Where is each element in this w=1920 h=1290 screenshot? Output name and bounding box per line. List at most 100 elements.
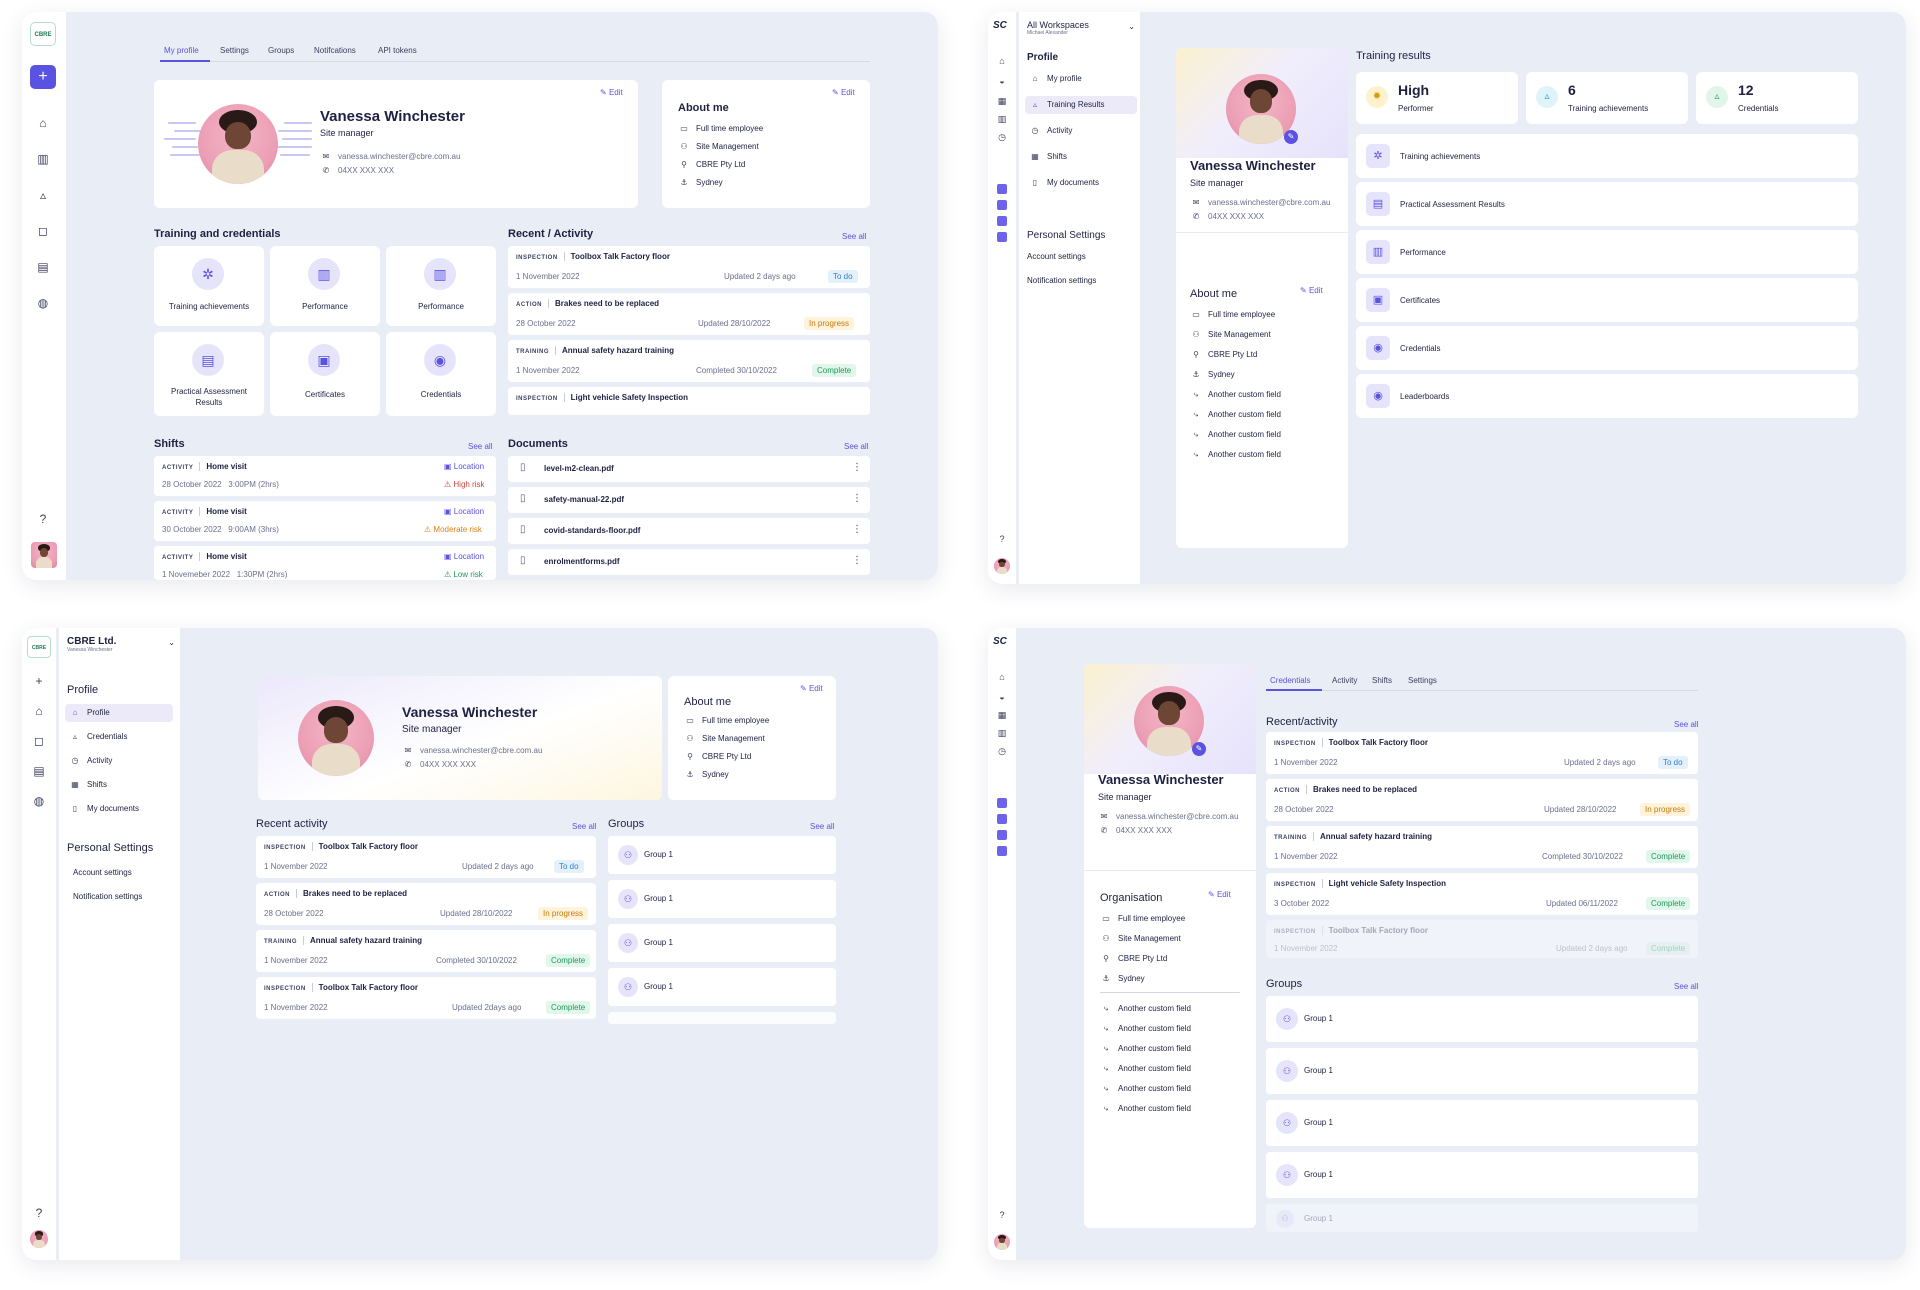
tile-credentials[interactable]: ◉ Credentials xyxy=(386,332,496,416)
edit-about-button[interactable]: ✎ Edit xyxy=(1300,286,1323,295)
document-row[interactable]: ▯ covid-standards-floor.pdf ⋮ xyxy=(508,518,870,544)
workspace-switcher[interactable]: All Workspaces Michael Alexander ⌄ xyxy=(1027,20,1137,36)
grid-icon[interactable]: ▦ xyxy=(995,94,1009,108)
activity-row[interactable]: INSPECTION Toolbox Talk Factory floor 1 N… xyxy=(1266,732,1698,774)
app-icon[interactable] xyxy=(997,200,1007,210)
sidebar-item-shifts[interactable]: ▦ Shifts xyxy=(69,780,107,789)
globe-icon[interactable]: ◍ xyxy=(36,296,50,310)
group-row[interactable]: ⚇ Group 1 xyxy=(1266,996,1698,1042)
notification-settings-link[interactable]: Notification settings xyxy=(73,892,142,901)
chat-icon[interactable]: ◻ xyxy=(32,734,46,748)
result-row[interactable]: ✲ Training achievements xyxy=(1356,134,1858,178)
edit-profile-button[interactable]: ✎ Edit xyxy=(600,88,623,97)
group-row[interactable]: ⚇ Group 1 xyxy=(1266,1048,1698,1094)
sidebar-item-activity[interactable]: ◷ Activity xyxy=(1029,126,1073,135)
more-icon[interactable]: ⋮ xyxy=(852,524,862,535)
tab-settings[interactable]: Settings xyxy=(1408,676,1437,685)
tile-training-achievements[interactable]: ✲ Training achievements xyxy=(154,246,264,326)
user-avatar[interactable] xyxy=(30,1230,48,1248)
more-icon[interactable]: ⋮ xyxy=(852,555,862,566)
tile-practical-assessment[interactable]: ▤ Practical Assessment Results xyxy=(154,332,264,416)
activity-row[interactable]: TRAINING Annual safety hazard training 1 … xyxy=(1266,826,1698,868)
home-icon[interactable]: ⌂ xyxy=(995,670,1009,684)
activity-row[interactable]: INSPECTION Toolbox Talk Factory floor 1 N… xyxy=(508,246,870,288)
help-icon[interactable]: ? xyxy=(995,1208,1009,1222)
activity-row[interactable]: TRAINING Annual safety hazard training 1 … xyxy=(256,930,596,972)
result-row[interactable]: ▥ Performance xyxy=(1356,230,1858,274)
group-row[interactable]: ⚇ Group 1 xyxy=(1266,1152,1698,1198)
document-row[interactable]: ▯ safety-manual-22.pdf ⋮ xyxy=(508,487,870,513)
app-icon[interactable] xyxy=(997,814,1007,824)
user-avatar[interactable] xyxy=(994,558,1010,574)
help-icon[interactable]: ? xyxy=(995,532,1009,546)
tile-performance[interactable]: ▥ Performance xyxy=(270,246,380,326)
home-icon[interactable]: ⌂ xyxy=(36,116,50,130)
user-avatar[interactable] xyxy=(31,542,57,568)
chart-icon[interactable]: ▤ xyxy=(32,764,46,778)
edit-about-button[interactable]: ✎ Edit xyxy=(800,684,823,693)
tab-groups[interactable]: Groups xyxy=(268,46,294,55)
document-row[interactable]: ▯ enrolmentforms.pdf ⋮ xyxy=(508,549,870,575)
home-icon[interactable]: ⌂ xyxy=(995,54,1009,68)
more-icon[interactable]: ⋮ xyxy=(852,462,862,473)
building-icon[interactable]: ▥ xyxy=(36,152,50,166)
add-button[interactable]: + xyxy=(30,65,56,89)
group-row[interactable]: ⚇ Group 1 xyxy=(608,880,836,918)
book-icon[interactable]: ▥ xyxy=(995,726,1009,740)
result-row[interactable]: ▤ Practical Assessment Results xyxy=(1356,182,1858,226)
add-icon[interactable]: + xyxy=(32,674,46,688)
activity-see-all[interactable]: See all xyxy=(842,232,866,241)
documents-see-all[interactable]: See all xyxy=(844,442,868,451)
help-icon[interactable]: ? xyxy=(36,512,50,526)
edit-photo-icon[interactable]: ✎ xyxy=(1192,742,1206,756)
chat-icon[interactable]: ◻ xyxy=(36,224,50,238)
clock-icon[interactable]: ◷ xyxy=(995,130,1009,144)
book-icon[interactable]: ▥ xyxy=(995,112,1009,126)
graduation-icon[interactable]: ▵ xyxy=(36,188,50,202)
shifts-see-all[interactable]: See all xyxy=(468,442,492,451)
activity-see-all[interactable]: See all xyxy=(572,822,596,831)
app-icon[interactable] xyxy=(997,830,1007,840)
sidebar-item-documents[interactable]: ▯ My documents xyxy=(1029,178,1099,187)
tab-notifications[interactable]: Notifcations xyxy=(314,46,356,55)
result-row[interactable]: ◉ Credentials xyxy=(1356,326,1858,370)
notification-settings-link[interactable]: Notification settings xyxy=(1027,276,1096,285)
tile-performance[interactable]: ▥ Performance xyxy=(386,246,496,326)
group-row[interactable]: ⚇ Group 1 xyxy=(608,924,836,962)
sidebar-item-documents[interactable]: ▯ My documents xyxy=(69,804,139,813)
app-icon[interactable] xyxy=(997,846,1007,856)
tab-settings[interactable]: Settings xyxy=(220,46,249,55)
document-row[interactable]: ▯ level-m2-clean.pdf ⋮ xyxy=(508,456,870,482)
result-row[interactable]: ◉ Leaderboards xyxy=(1356,374,1858,418)
more-icon[interactable]: ⋮ xyxy=(852,493,862,504)
app-icon[interactable] xyxy=(997,232,1007,242)
activity-row[interactable]: ACTION Brakes need to be replaced 28 Octo… xyxy=(508,293,870,335)
group-row[interactable]: ⚇ Group 1 xyxy=(608,836,836,874)
activity-row[interactable]: TRAINING Annual safety hazard training 1 … xyxy=(508,340,870,382)
activity-see-all[interactable]: See all xyxy=(1674,720,1698,729)
chart-icon[interactable]: ▤ xyxy=(36,260,50,274)
groups-see-all[interactable]: See all xyxy=(810,822,834,831)
app-icon[interactable] xyxy=(997,798,1007,808)
help-icon[interactable]: ? xyxy=(32,1206,46,1220)
account-settings-link[interactable]: Account settings xyxy=(1027,252,1086,261)
account-settings-link[interactable]: Account settings xyxy=(73,868,132,877)
shift-row[interactable]: ACTIVITY Home visit ▣ Location 30 October… xyxy=(154,501,496,541)
grid-icon[interactable]: ▦ xyxy=(995,708,1009,722)
user-avatar[interactable] xyxy=(994,1234,1010,1250)
edit-photo-icon[interactable]: ✎ xyxy=(1284,130,1298,144)
inbox-icon[interactable]: ◒ xyxy=(995,74,1009,88)
app-icon[interactable] xyxy=(997,184,1007,194)
clock-icon[interactable]: ◷ xyxy=(995,744,1009,758)
activity-row[interactable]: INSPECTION Toolbox Talk Factory floor 1 N… xyxy=(256,836,596,878)
activity-row[interactable]: ACTION Brakes need to be replaced 28 Octo… xyxy=(256,883,596,925)
globe-icon[interactable]: ◍ xyxy=(32,794,46,808)
tab-activity[interactable]: Activity xyxy=(1332,676,1357,685)
org-switcher[interactable]: CBRE Ltd. Vanessa Winchester ⌄ xyxy=(67,636,177,653)
inbox-icon[interactable]: ◒ xyxy=(995,690,1009,704)
groups-see-all[interactable]: See all xyxy=(1674,982,1698,991)
activity-row[interactable]: ACTION Brakes need to be replaced 28 Octo… xyxy=(1266,779,1698,821)
activity-row[interactable]: INSPECTION Toolbox Talk Factory floor 1 N… xyxy=(256,977,596,1019)
home-icon[interactable]: ⌂ xyxy=(32,704,46,718)
tab-my-profile[interactable]: My profile xyxy=(164,46,199,55)
